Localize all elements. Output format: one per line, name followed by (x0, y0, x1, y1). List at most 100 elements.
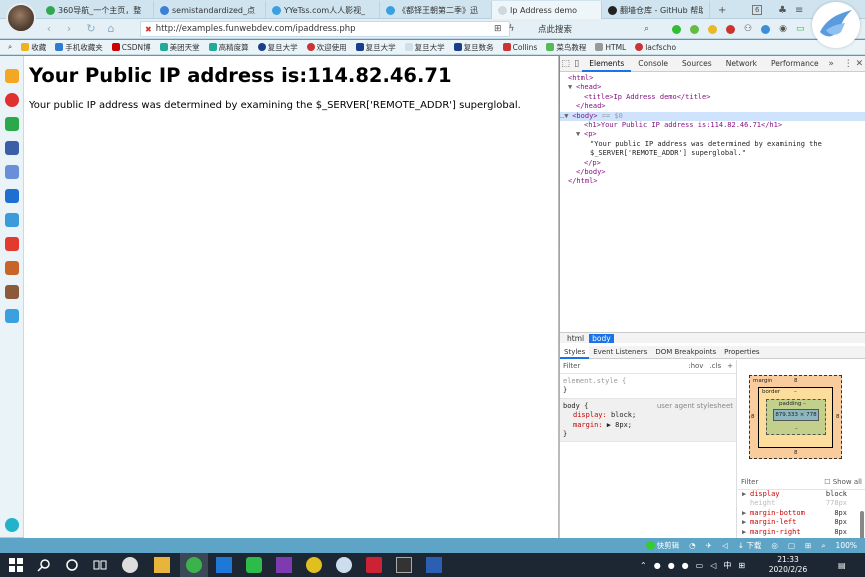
grid-icon[interactable]: ⊞ (494, 24, 502, 34)
browser-icon[interactable]: ◎ (771, 541, 778, 550)
crumb-html[interactable]: html (564, 334, 587, 343)
bookmark-item[interactable]: 复旦大学 (404, 42, 445, 53)
element-style-rule[interactable]: element.style { } (560, 374, 736, 399)
home-button[interactable]: ⌂ (104, 21, 118, 37)
new-tab-button[interactable]: + (718, 1, 726, 19)
wechat-icon[interactable] (246, 557, 262, 573)
favorites-icon[interactable] (5, 69, 19, 83)
reload-button[interactable]: ↻ (84, 21, 98, 37)
game-icon[interactable] (5, 285, 19, 299)
dom-text-node[interactable]: $_SERVER['REMOTE_ADDR'] superglobal." (560, 149, 865, 158)
onenote-icon[interactable] (276, 557, 292, 573)
volume-icon[interactable]: ◁ (710, 561, 716, 570)
tools-icon[interactable]: ✈ (706, 541, 712, 550)
extension-blue-icon[interactable] (761, 24, 771, 34)
box-model-margin[interactable]: margin 8 8 8 8 border – padding – – 879.… (749, 375, 842, 459)
inspect-icon[interactable]: ⬚ (560, 59, 571, 69)
tab-dom-breakpoints[interactable]: DOM Breakpoints (651, 346, 720, 359)
tab-count-badge[interactable]: 6 (752, 1, 763, 19)
close-icon[interactable]: ✕ (854, 59, 865, 69)
crumb-body[interactable]: body (589, 333, 614, 343)
dom-node[interactable]: ▼ <head> (560, 83, 865, 92)
device-toolbar-icon[interactable]: ▯ (571, 59, 582, 69)
search-field[interactable]: 点此搜索 (538, 21, 658, 37)
computed-filter[interactable]: Filter ☐ Show all (738, 476, 865, 490)
video-icon[interactable] (5, 237, 19, 251)
dom-node[interactable]: ▼ <p> (560, 130, 865, 139)
box-model-border[interactable]: border – padding – – 879.333 × 778 (758, 387, 833, 448)
tab-event-listeners[interactable]: Event Listeners (589, 346, 651, 359)
bookmark-item[interactable]: 手机收藏夹 (55, 42, 103, 53)
network-icon[interactable]: ▭ (696, 561, 704, 570)
computed-row[interactable]: ▶ margin-right 8px (738, 528, 865, 537)
bookmark-item[interactable]: Collins (502, 43, 537, 52)
expand-triangle-icon[interactable]: ▼ (568, 83, 576, 92)
extension-frog-icon[interactable] (690, 24, 699, 34)
search-icon[interactable] (36, 557, 52, 573)
edge-icon[interactable] (216, 557, 232, 573)
show-all-checkbox[interactable]: ☐ Show all (824, 478, 862, 487)
app-tray-icon[interactable]: ● (682, 561, 689, 570)
game-icon[interactable] (5, 213, 19, 227)
dom-node[interactable]: </html> (560, 177, 865, 186)
class-toggle[interactable]: .cls (709, 362, 721, 371)
app-icon[interactable] (5, 141, 19, 155)
more-tabs-icon[interactable]: » (826, 59, 837, 69)
app-tray-icon[interactable]: ● (668, 561, 675, 570)
pinwheel-icon[interactable] (122, 557, 138, 573)
bookmark-item[interactable]: HTML (595, 43, 626, 52)
tab-sources[interactable]: Sources (675, 56, 719, 72)
extension-red-icon[interactable] (726, 24, 735, 34)
computed-row[interactable]: height 778px (738, 499, 865, 508)
user-avatar[interactable] (6, 3, 36, 33)
terminal-icon[interactable] (396, 557, 412, 573)
bookmark-item[interactable]: 欢迎使用 (306, 42, 347, 53)
lightning-icon[interactable]: ϟ (509, 24, 515, 34)
bookmarks-search-icon[interactable]: ⌕ (8, 42, 12, 52)
game-icon[interactable] (5, 261, 19, 275)
bookmark-item[interactable]: 复旦大学 (355, 42, 396, 53)
bookmark-item[interactable]: 高精度算 (208, 42, 249, 53)
computed-row[interactable]: ▶ margin-left 8px (738, 518, 865, 527)
tab-360[interactable]: 360导航_一个主页，整 (40, 1, 154, 19)
tab-semistandardized[interactable]: semistandardized_点 (154, 1, 266, 19)
search-icon[interactable]: ⌕ (644, 22, 649, 36)
zoom-level[interactable]: 100% (836, 541, 857, 550)
dom-node[interactable]: </p> (560, 159, 865, 168)
game-icon[interactable]: ⚇ (744, 24, 752, 34)
download-button[interactable]: ↓ 下载 (738, 540, 762, 551)
ime-indicator[interactable]: 中 (723, 560, 731, 571)
bookmark-item[interactable]: CSDN博 (111, 42, 151, 53)
tab-github[interactable]: 翻墙仓库 - GitHub 帮助 (602, 1, 710, 19)
add-icon[interactable] (5, 518, 19, 532)
tab-console[interactable]: Console (631, 56, 675, 72)
tab-ip-address-demo[interactable]: Ip Address demo (492, 1, 602, 19)
dom-text-node[interactable]: "Your public IP address was determined b… (560, 140, 865, 149)
expand-triangle-icon[interactable]: ▼ (576, 130, 584, 139)
dom-node[interactable]: </body> (560, 168, 865, 177)
tab-network[interactable]: Network (719, 56, 764, 72)
dom-node-selected[interactable]: …▼ <body> == $0 (560, 111, 865, 121)
app-icon[interactable] (366, 557, 382, 573)
bookmark-item[interactable]: lacfscho (635, 43, 676, 52)
grid-icon[interactable]: ⊞ (805, 541, 811, 550)
quick-clip-button[interactable]: 快剪辑 (645, 540, 679, 551)
zoom-icon[interactable]: ⌕ (821, 541, 825, 551)
volume-icon[interactable]: ◁ (722, 541, 728, 550)
app-icon[interactable] (336, 557, 352, 573)
file-explorer-icon[interactable] (154, 557, 170, 573)
body-style-rule[interactable]: body {user agent stylesheet display: blo… (560, 398, 736, 443)
tab-elements[interactable]: Elements (582, 56, 632, 72)
tab-yyets[interactable]: YYeTss.com人人影视_ (266, 1, 380, 19)
scrollbar[interactable] (860, 511, 864, 541)
tab-properties[interactable]: Properties (720, 346, 763, 359)
computed-row[interactable]: ▶ display block (738, 490, 865, 499)
word-icon[interactable] (426, 557, 442, 573)
dom-node[interactable]: <html> (560, 74, 865, 83)
task-view-icon[interactable] (92, 557, 108, 573)
dom-node[interactable]: </head> (560, 102, 865, 111)
pdf-icon[interactable] (5, 309, 19, 323)
chevron-up-icon[interactable]: ⌃ (640, 561, 647, 570)
bookmark-item[interactable]: 美团天堂 (159, 42, 200, 53)
box-model-content[interactable]: 879.333 × 778 (773, 409, 819, 421)
